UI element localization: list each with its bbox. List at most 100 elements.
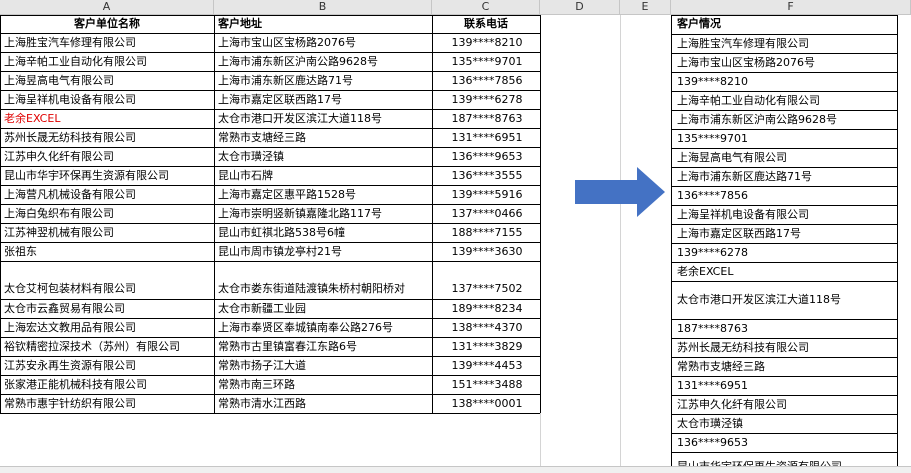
cell-customer-address[interactable]: 上海市浦东新区沪南公路9628号 xyxy=(218,53,430,70)
cell-phone[interactable]: 136****9653 xyxy=(436,148,538,165)
cell-customer-name[interactable]: 太仓艾柯包装材料有限公司 xyxy=(4,280,212,297)
cell-phone[interactable]: 139****5916 xyxy=(436,186,538,203)
cell-customer-info[interactable]: 上海辛帕工业自动化有限公司 xyxy=(677,92,907,109)
cell-customer-info[interactable]: 上海昱高电气有限公司 xyxy=(677,149,907,166)
cell-phone[interactable]: 136****7856 xyxy=(436,72,538,89)
cell-customer-info[interactable]: 136****9653 xyxy=(677,434,907,451)
cell-phone[interactable]: 139****3630 xyxy=(436,243,538,260)
cell-customer-name[interactable]: 常熟市惠宇针纺织有限公司 xyxy=(4,395,212,412)
cell-customer-name[interactable]: 上海胜宝汽车修理有限公司 xyxy=(4,34,212,51)
cell-customer-address[interactable]: 常熟市支塘经三路 xyxy=(218,129,430,146)
right-arrow-icon xyxy=(575,167,665,217)
cell-customer-info[interactable]: 187****8763 xyxy=(677,320,907,337)
cell-phone[interactable]: 139****6278 xyxy=(436,91,538,108)
cell-customer-address[interactable]: 太仓市新疆工业园 xyxy=(218,300,430,317)
header-phone[interactable]: 联系电话 xyxy=(436,15,536,32)
cell-customer-info[interactable]: 136****7856 xyxy=(677,187,907,204)
cell-customer-info[interactable]: 135****9701 xyxy=(677,130,907,147)
cell-customer-info[interactable]: 139****6278 xyxy=(677,244,907,261)
cell-customer-info[interactable]: 苏州长晟无纺科技有限公司 xyxy=(677,339,907,356)
cell-customer-address[interactable]: 上海市嘉定区惠平路1528号 xyxy=(218,186,430,203)
column-header-C[interactable]: C xyxy=(432,0,540,15)
cell-customer-name[interactable]: 上海昱高电气有限公司 xyxy=(4,72,212,89)
cell-customer-info[interactable]: 上海市浦东新区鹿达路71号 xyxy=(677,168,907,185)
cell-customer-name[interactable]: 江苏申久化纤有限公司 xyxy=(4,148,212,165)
cell-customer-info[interactable]: 139****8210 xyxy=(677,73,907,90)
cell-customer-address[interactable]: 上海市嘉定区联西路17号 xyxy=(218,91,430,108)
cell-phone[interactable]: 139****8210 xyxy=(436,34,538,51)
cell-customer-name[interactable]: 上海营凡机械设备有限公司 xyxy=(4,186,212,203)
cell-customer-name[interactable]: 上海辛帕工业自动化有限公司 xyxy=(4,53,212,70)
cell-customer-address[interactable]: 昆山市虹祺北路538号6幢 xyxy=(218,224,430,241)
cell-customer-address[interactable]: 上海市宝山区宝杨路2076号 xyxy=(218,34,430,51)
cell-customer-address[interactable]: 上海市浦东新区鹿达路71号 xyxy=(218,72,430,89)
column-header-B[interactable]: B xyxy=(214,0,432,15)
cell-customer-info[interactable]: 江苏申久化纤有限公司 xyxy=(677,396,907,413)
column-header-D[interactable]: D xyxy=(540,0,620,15)
cell-customer-address[interactable]: 常熟市古里镇富春江东路6号 xyxy=(218,338,430,355)
cell-phone[interactable]: 135****9701 xyxy=(436,53,538,70)
cell-customer-info[interactable]: 老余EXCEL xyxy=(677,263,907,280)
cell-phone[interactable]: 137****0466 xyxy=(436,205,538,222)
cell-customer-name[interactable]: 张家港正能机械科技有限公司 xyxy=(4,376,212,393)
cell-phone[interactable]: 187****8763 xyxy=(436,110,538,127)
cell-customer-address[interactable]: 昆山市周市镇龙亭村21号 xyxy=(218,243,430,260)
cell-customer-address[interactable]: 常熟市清水江西路 xyxy=(218,395,430,412)
cell-customer-address[interactable]: 昆山市石牌 xyxy=(218,167,430,184)
cell-customer-info[interactable]: 太仓市璜泾镇 xyxy=(677,415,907,432)
column-header-F[interactable]: F xyxy=(671,0,911,15)
cell-phone[interactable]: 151****3488 xyxy=(436,376,538,393)
table-border xyxy=(671,452,897,453)
cell-customer-name[interactable]: 江苏神翌机械有限公司 xyxy=(4,224,212,241)
cell-customer-name[interactable]: 上海白兔织布有限公司 xyxy=(4,205,212,222)
cell-customer-name[interactable]: 上海宏达文教用品有限公司 xyxy=(4,319,212,336)
cell-customer-info[interactable]: 上海市宝山区宝杨路2076号 xyxy=(677,54,907,71)
table-border xyxy=(671,281,897,282)
cell-phone[interactable]: 189****8234 xyxy=(436,300,538,317)
cell-customer-name[interactable]: 昆山市华宇环保再生资源有限公司 xyxy=(4,167,212,184)
cell-phone[interactable]: 139****4453 xyxy=(436,357,538,374)
table-border xyxy=(0,413,540,414)
cell-phone[interactable]: 138****4370 xyxy=(436,319,538,336)
table-border xyxy=(0,15,1,413)
cell-customer-name[interactable]: 老余EXCEL xyxy=(4,110,212,127)
header-customer-info[interactable]: 客户情况 xyxy=(677,15,907,32)
cell-customer-address[interactable]: 太仓市港口开发区滨江大道118号 xyxy=(218,110,430,127)
cell-customer-info[interactable]: 太仓市港口开发区滨江大道118号 xyxy=(677,291,907,308)
cell-customer-address[interactable]: 太仓市璜泾镇 xyxy=(218,148,430,165)
cell-customer-address[interactable]: 太仓市娄东街道陆渡镇朱桥村朝阳桥对 xyxy=(218,280,430,297)
cell-customer-address[interactable]: 上海市崇明竖新镇嘉隆北路117号 xyxy=(218,205,430,222)
cell-customer-name[interactable]: 上海呈祥机电设备有限公司 xyxy=(4,91,212,108)
cell-phone[interactable]: 136****3555 xyxy=(436,167,538,184)
cell-customer-info[interactable]: 上海市嘉定区联西路17号 xyxy=(677,225,907,242)
cell-customer-address[interactable]: 上海市奉贤区奉城镇南奉公路276号 xyxy=(218,319,430,336)
cell-phone[interactable]: 131****6951 xyxy=(436,129,538,146)
cell-customer-name[interactable]: 苏州长晟无纺科技有限公司 xyxy=(4,129,212,146)
table-border xyxy=(671,15,672,466)
gridline xyxy=(620,15,621,472)
cell-customer-name[interactable]: 江苏安永再生资源有限公司 xyxy=(4,357,212,374)
column-header-E[interactable]: E xyxy=(620,0,671,15)
cell-phone[interactable]: 137****7502 xyxy=(436,280,538,297)
cell-customer-address[interactable]: 常熟市扬子江大道 xyxy=(218,357,430,374)
cell-customer-info[interactable]: 昆山市华宇环保再生资源有限公司 xyxy=(677,458,907,466)
cell-phone[interactable]: 131****3829 xyxy=(436,338,538,355)
header-customer-address[interactable]: 客户地址 xyxy=(218,15,428,32)
header-customer-name[interactable]: 客户单位名称 xyxy=(4,15,210,32)
cell-customer-name[interactable]: 张祖东 xyxy=(4,243,212,260)
table-border xyxy=(214,15,215,413)
cell-phone[interactable]: 138****0001 xyxy=(436,395,538,412)
cell-phone[interactable]: 188****7155 xyxy=(436,224,538,241)
table-border xyxy=(0,261,540,262)
cell-customer-address[interactable]: 常熟市南三环路 xyxy=(218,376,430,393)
cell-customer-info[interactable]: 上海胜宝汽车修理有限公司 xyxy=(677,35,907,52)
cell-customer-info[interactable]: 常熟市支塘经三路 xyxy=(677,358,907,375)
cell-customer-name[interactable]: 太仓市云鑫贸易有限公司 xyxy=(4,300,212,317)
table-border xyxy=(0,15,540,16)
cell-customer-info[interactable]: 上海呈祥机电设备有限公司 xyxy=(677,206,907,223)
cell-customer-name[interactable]: 裕钦精密拉深技术（苏州）有限公司 xyxy=(4,338,212,355)
column-header-A[interactable]: A xyxy=(0,0,214,15)
cell-customer-info[interactable]: 上海市浦东新区沪南公路9628号 xyxy=(677,111,907,128)
cell-customer-info[interactable]: 131****6951 xyxy=(677,377,907,394)
table-border xyxy=(432,15,433,413)
